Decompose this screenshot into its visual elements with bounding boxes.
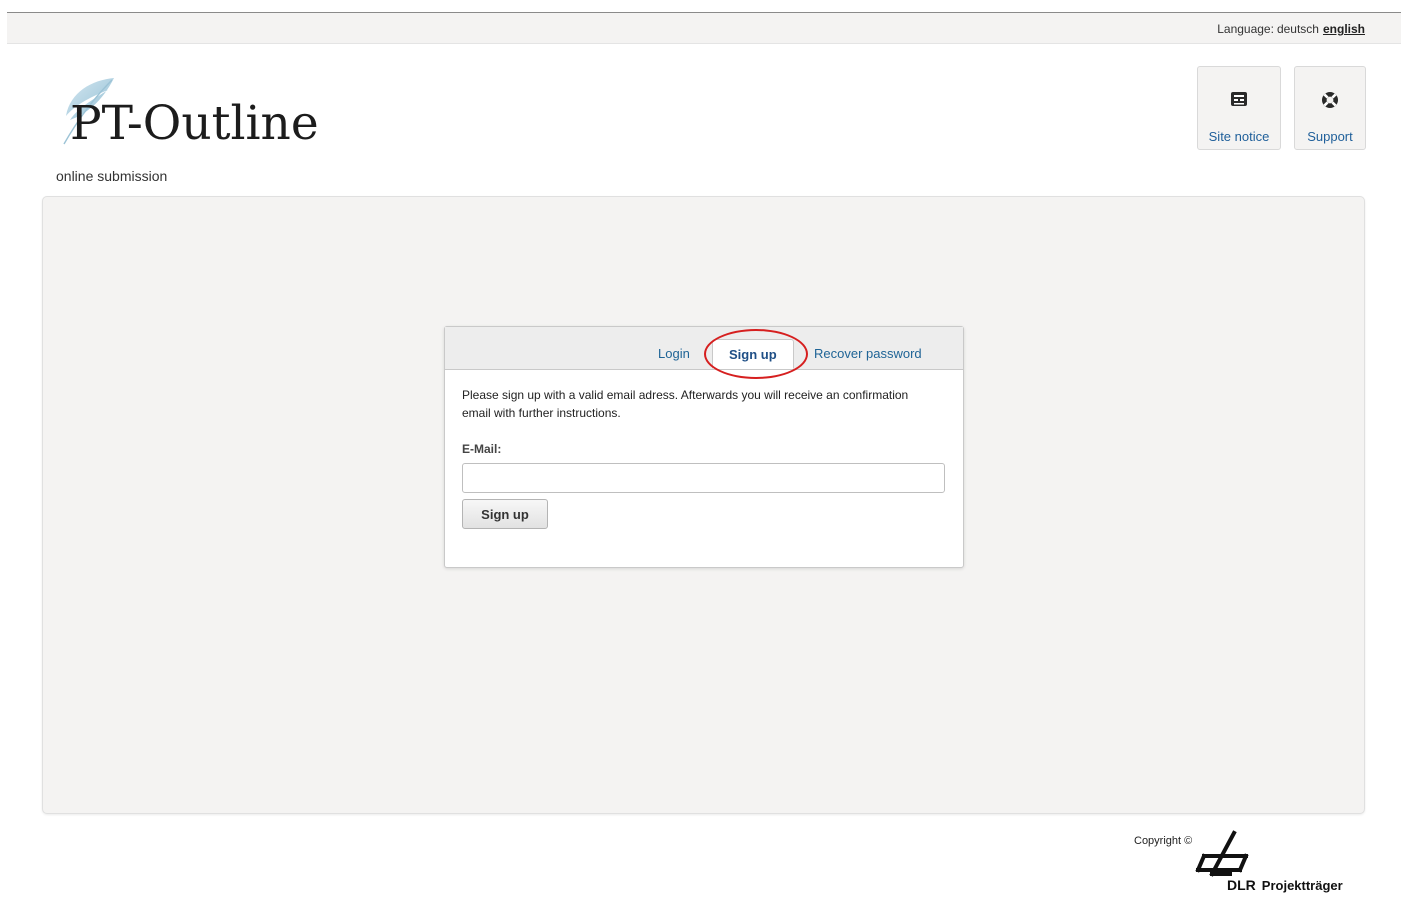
- app-logo-text: PT-Outline: [70, 96, 319, 151]
- email-input[interactable]: [462, 463, 945, 493]
- auth-tab-bar: Login Sign up Recover password: [445, 327, 963, 370]
- tab-login[interactable]: Login: [658, 346, 690, 361]
- support-button[interactable]: Support: [1294, 66, 1366, 150]
- language-english-link[interactable]: english: [1323, 22, 1365, 36]
- dlr-projekttraeger-label: DLR Projektträger: [1227, 877, 1343, 893]
- tab-sign-up[interactable]: Sign up: [712, 339, 794, 369]
- dlr-label: DLR: [1227, 877, 1256, 893]
- signup-instructions: Please sign up with a valid email adress…: [462, 388, 909, 420]
- tab-recover-password[interactable]: Recover password: [814, 346, 922, 361]
- email-label: E-Mail:: [462, 442, 502, 456]
- language-deutsch-link[interactable]: deutsch: [1277, 22, 1319, 36]
- site-notice-label: Site notice: [1208, 129, 1270, 144]
- sign-up-button[interactable]: Sign up: [462, 499, 548, 529]
- lifebuoy-icon: [1322, 92, 1338, 108]
- support-label: Support: [1307, 129, 1353, 144]
- language-switcher: Language: deutsch english: [1217, 22, 1365, 36]
- signup-dialog: Login Sign up Recover password Please si…: [444, 326, 964, 568]
- language-bar: Language: deutsch english: [7, 12, 1401, 44]
- projekttraeger-label: Projektträger: [1261, 878, 1343, 893]
- site-notice-button[interactable]: Site notice: [1197, 66, 1281, 150]
- copyright-text: Copyright ©: [1134, 835, 1193, 847]
- app-logo: PT-Outline: [52, 76, 342, 156]
- app-tagline: online submission: [56, 168, 168, 184]
- language-label: Language:: [1217, 22, 1274, 36]
- building-icon: [1231, 92, 1247, 106]
